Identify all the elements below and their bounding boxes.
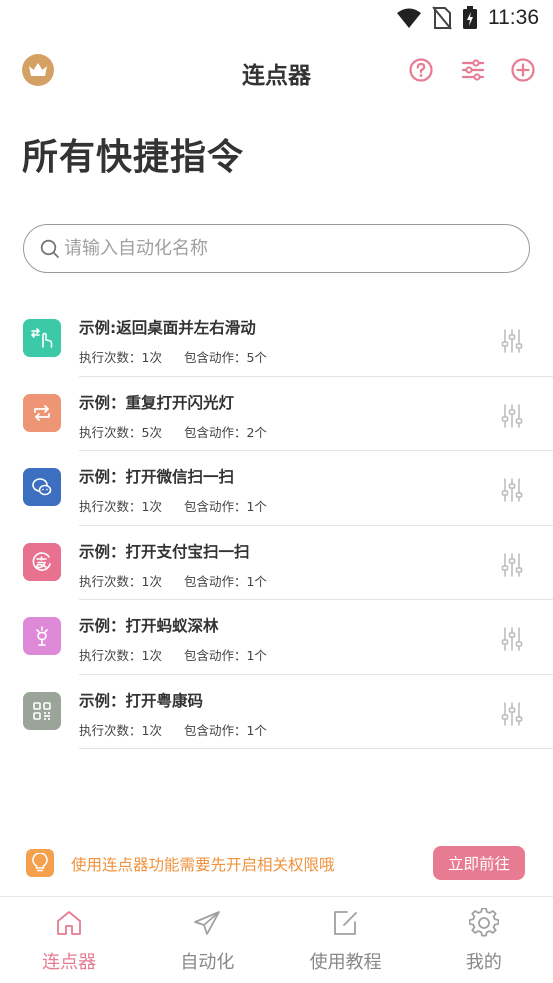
qr-code-icon (23, 691, 61, 730)
action-count: 包含动作：5个 (183, 350, 267, 365)
shortcut-row[interactable]: 示例：重复打开闪光灯 执行次数：5次 包含动作：2个 (0, 377, 553, 451)
action-count: 包含动作：1个 (183, 722, 267, 738)
shortcut-list: 示例:返回桌面并左右滑动 执行次数：1次 包含动作：5个 示例：重复打开闪光灯 … (0, 302, 553, 749)
no-sim-icon (432, 6, 452, 30)
permission-notice: 使用连点器功能需要先开启相关权限哦 立即前往 (0, 843, 553, 883)
action-count: 包含动作：1个 (183, 573, 267, 589)
sliders-icon[interactable] (501, 701, 523, 727)
nav-item-automation[interactable]: 自动化 (138, 897, 276, 983)
divider (79, 748, 553, 749)
nav-item-clicker[interactable]: 连点器 (0, 897, 138, 983)
run-count: 执行次数：1次 (79, 573, 162, 589)
add-icon[interactable] (510, 57, 536, 83)
shortcut-row[interactable]: 示例:返回桌面并左右滑动 执行次数：1次 包含动作：5个 (0, 302, 553, 377)
help-icon[interactable] (408, 57, 434, 83)
action-count: 包含动作：2个 (183, 424, 267, 440)
shortcut-title: 示例：打开微信扫一扫 (79, 468, 235, 486)
action-count: 包含动作：1个 (183, 499, 267, 514)
lightbulb-icon (26, 849, 54, 877)
sprout-icon (23, 617, 61, 655)
gear-icon (468, 908, 499, 937)
edit-icon (333, 911, 357, 935)
shortcut-row[interactable]: 示例：打开微信扫一扫 执行次数：1次 包含动作：1个 (0, 451, 553, 526)
shortcut-title: 示例:返回桌面并左右滑动 (79, 319, 256, 337)
battery-icon (463, 6, 477, 29)
action-count: 包含动作：1个 (183, 648, 267, 663)
nav-label: 连点器 (42, 952, 97, 973)
wifi-icon (397, 8, 421, 28)
go-now-button[interactable]: 立即前往 (433, 846, 525, 880)
search-icon (40, 239, 59, 258)
run-count: 执行次数：1次 (79, 350, 162, 365)
shortcut-title: 示例：打开蚂蚁深林 (79, 617, 219, 635)
shortcut-row[interactable]: 示例：打开支付宝扫一扫 执行次数：1次 包含动作：1个 (0, 526, 553, 600)
nav-label: 自动化 (180, 952, 235, 973)
status-time: 11:36 (488, 6, 539, 29)
sliders-icon[interactable] (501, 477, 523, 503)
nav-label: 使用教程 (309, 952, 382, 973)
run-count: 执行次数：1次 (79, 722, 162, 738)
app-bar: 连点器 (0, 48, 553, 94)
shortcut-title: 示例：打开粤康码 (79, 691, 204, 710)
shortcut-title: 示例：打开支付宝扫一扫 (79, 542, 250, 561)
shortcut-meta: 执行次数：1次 包含动作：5个 (79, 347, 267, 366)
shortcut-row[interactable]: 示例：打开蚂蚁深林 执行次数：1次 包含动作：1个 (0, 600, 553, 675)
home-icon (57, 911, 82, 935)
search-bar[interactable] (23, 224, 530, 273)
page-title: 所有快捷指令 (22, 137, 245, 178)
shortcut-title: 示例：重复打开闪光灯 (79, 393, 235, 412)
nav-label: 我的 (465, 952, 502, 973)
nav-item-tutorial[interactable]: 使用教程 (277, 897, 415, 983)
nav-item-mine[interactable]: 我的 (415, 897, 553, 983)
shortcut-row[interactable]: 示例：打开粤康码 执行次数：1次 包含动作：1个 (0, 675, 553, 749)
notice-text: 使用连点器功能需要先开启相关权限哦 (71, 856, 335, 874)
wechat-icon (23, 468, 61, 506)
filter-settings-icon[interactable] (460, 57, 486, 83)
alipay-icon (23, 542, 61, 581)
sliders-icon[interactable] (501, 552, 523, 578)
sliders-icon[interactable] (501, 403, 523, 429)
send-icon (194, 911, 221, 935)
run-count: 执行次数：1次 (79, 648, 162, 663)
repeat-icon (23, 393, 61, 432)
shortcut-meta: 执行次数：5次 包含动作：2个 (79, 422, 267, 441)
bottom-nav: 连点器 自动化 使用教程 我的 (0, 896, 553, 983)
swipe-hand-icon (23, 319, 61, 357)
sliders-icon[interactable] (501, 626, 523, 652)
run-count: 执行次数：5次 (79, 424, 162, 440)
shortcut-meta: 执行次数：1次 包含动作：1个 (79, 496, 267, 515)
sliders-icon[interactable] (501, 328, 523, 354)
status-bar: 11:36 (0, 0, 553, 40)
search-input[interactable] (64, 238, 504, 259)
run-count: 执行次数：1次 (79, 499, 162, 514)
shortcut-meta: 执行次数：1次 包含动作：1个 (79, 571, 267, 590)
shortcut-meta: 执行次数：1次 包含动作：1个 (79, 720, 267, 739)
status-icons: 11:36 (396, 6, 539, 30)
shortcut-meta: 执行次数：1次 包含动作：1个 (79, 645, 267, 664)
